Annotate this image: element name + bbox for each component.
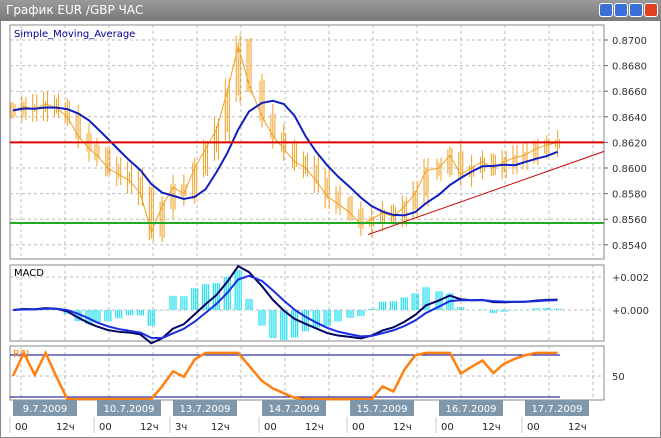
- time-label: 12ч: [482, 422, 501, 433]
- y-tick-label: 0.8560: [612, 215, 647, 226]
- y-tick-label: 0.8660: [612, 87, 647, 98]
- time-label: 12ч: [568, 422, 587, 433]
- y-tick-label: 50: [612, 372, 625, 383]
- y-tick-label: 0.8600: [612, 164, 647, 175]
- indicator-label: Simple_Moving_Average: [14, 29, 135, 40]
- time-label: 12ч: [211, 422, 230, 433]
- time-label: 00: [99, 422, 112, 433]
- time-label: 00: [352, 422, 365, 433]
- date-label: 15.7.2009: [357, 404, 408, 415]
- time-label: 12ч: [140, 422, 159, 433]
- date-label: 16.7.2009: [446, 404, 497, 415]
- y-tick-label: 0.8680: [612, 62, 647, 73]
- y-tick-label: 0.8700: [612, 36, 647, 47]
- y-tick-label: 0.8620: [612, 138, 647, 149]
- time-label: 12ч: [393, 422, 412, 433]
- time-label: 3ч: [175, 422, 187, 433]
- y-tick-label: +0.000: [612, 306, 649, 317]
- y-tick-label: 0.8540: [612, 241, 647, 252]
- y-tick-label: +0.002: [612, 273, 649, 284]
- chart-canvas[interactable]: 0.8700 0.8680 0.8660 0.8640 0.8620 0.8600 0.85…: [0, 0, 661, 438]
- date-label: 13.7.2009: [180, 404, 231, 415]
- date-label: 14.7.2009: [269, 404, 320, 415]
- y-tick-label: 0.8580: [612, 190, 647, 201]
- time-label: 00: [527, 422, 540, 433]
- rsi-label: RSI: [13, 349, 29, 360]
- time-label: 12ч: [305, 422, 324, 433]
- time-label: 00: [15, 422, 28, 433]
- rsi-pane: [9, 345, 605, 401]
- date-label: 9.7.2009: [23, 404, 68, 415]
- date-label: 17.7.2009: [532, 404, 583, 415]
- date-label: 10.7.2009: [104, 404, 155, 415]
- macd-label: MACD: [14, 268, 44, 279]
- time-label: 00: [441, 422, 454, 433]
- y-tick-label: 0.8640: [612, 113, 647, 124]
- time-label: 00: [264, 422, 277, 433]
- time-label: 12ч: [56, 422, 75, 433]
